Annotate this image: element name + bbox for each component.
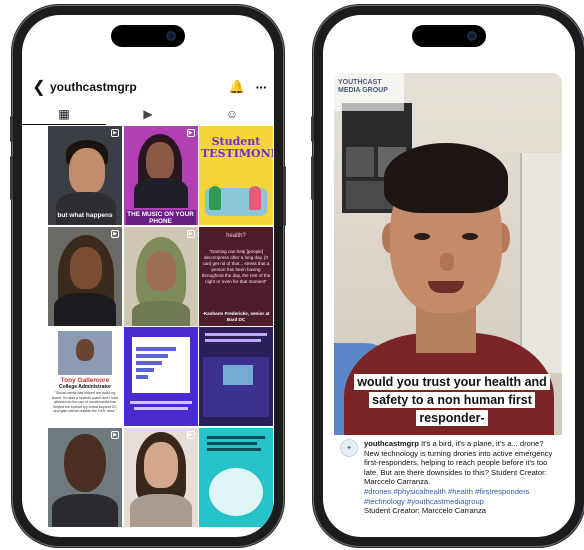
person-shirt bbox=[54, 292, 116, 326]
door bbox=[520, 153, 562, 373]
post-tile[interactable]: THE MUSIC ON YOUR PHONE ▶ bbox=[123, 126, 198, 225]
text-lines bbox=[207, 441, 257, 445]
brand-watermark: YOUTHCAST MEDIA GROUP bbox=[334, 73, 404, 111]
person-face bbox=[69, 148, 105, 194]
illustration bbox=[209, 186, 221, 210]
post-tile[interactable]: ▶ bbox=[48, 427, 122, 527]
person-shirt bbox=[133, 178, 188, 208]
phone-button bbox=[10, 156, 13, 200]
tagged-icon: ☺ bbox=[225, 107, 239, 121]
tile-top-text: health? bbox=[226, 232, 246, 239]
text-lines bbox=[205, 333, 267, 336]
person-hair bbox=[384, 143, 508, 213]
chart-bar bbox=[135, 361, 162, 365]
video-subtitle: would you trust your health and safety t… bbox=[350, 373, 554, 427]
post-tile[interactable]: ▶ bbox=[123, 226, 198, 326]
post-tile[interactable]: ▶ bbox=[48, 226, 122, 326]
caption-text: youthcastmgrp It's a bird, it's a plane,… bbox=[358, 439, 558, 515]
person-face bbox=[143, 441, 178, 488]
illustration bbox=[209, 467, 263, 516]
post-tile[interactable] bbox=[199, 427, 273, 527]
text-lines bbox=[207, 447, 261, 451]
tile-quote: "Gaming can help [people] decompress aft… bbox=[201, 248, 271, 284]
person-eye bbox=[462, 233, 478, 240]
more-icon[interactable]: ··· bbox=[248, 79, 274, 95]
post-tile[interactable]: ▶ bbox=[123, 427, 198, 527]
photo bbox=[58, 331, 112, 375]
phone-button bbox=[311, 156, 314, 200]
tile-quote: "Social media has helped me build my bra… bbox=[51, 391, 119, 414]
tab-reels[interactable]: ▶ bbox=[106, 103, 190, 125]
person-face bbox=[145, 250, 176, 291]
chart-bar bbox=[135, 347, 176, 351]
tile-subcaption: College Administrator bbox=[58, 384, 112, 390]
chevron-left-icon[interactable]: ❮ bbox=[28, 77, 50, 97]
person-face bbox=[64, 433, 106, 492]
reel-badge-icon: ▶ bbox=[186, 430, 195, 439]
post-tile[interactable] bbox=[123, 327, 198, 426]
post-tile[interactable]: but what happens ▶ bbox=[48, 126, 122, 225]
avatar[interactable]: ✦ bbox=[340, 439, 358, 457]
reel-screen: YOUTHCAST MEDIA GROUP would you trust yo… bbox=[323, 15, 575, 537]
reel-badge-icon: ▶ bbox=[186, 229, 195, 238]
chart-bar bbox=[135, 368, 154, 372]
tab-tagged[interactable]: ☺ bbox=[190, 103, 274, 125]
phone-button bbox=[10, 116, 13, 142]
person-shirt bbox=[129, 493, 192, 527]
dynamic-island bbox=[412, 25, 486, 47]
person-shirt bbox=[52, 493, 118, 527]
text-lines bbox=[207, 435, 265, 439]
person-eye bbox=[414, 233, 430, 240]
reel-badge-icon: ▶ bbox=[186, 129, 195, 137]
phone-button bbox=[283, 166, 286, 226]
person-nose bbox=[440, 253, 454, 271]
illustration bbox=[249, 186, 261, 210]
grid-icon: ▦ bbox=[58, 106, 70, 121]
phone-button bbox=[311, 116, 314, 142]
reels-icon: ▶ bbox=[143, 107, 153, 121]
person-shirt bbox=[56, 192, 116, 225]
poster bbox=[346, 147, 374, 177]
caption-username[interactable]: youthcastmgrp bbox=[364, 439, 419, 448]
profile-tabs: ▦ ▶ ☺ bbox=[22, 103, 274, 125]
photo bbox=[203, 357, 269, 417]
post-tile[interactable]: Student TESTIMONIALS bbox=[199, 126, 273, 225]
reel-badge-icon: ▶ bbox=[111, 229, 119, 238]
post-tile[interactable] bbox=[199, 327, 273, 426]
monitor bbox=[223, 365, 253, 385]
right-phone: YOUTHCAST MEDIA GROUP would you trust yo… bbox=[311, 6, 584, 546]
tab-posts[interactable]: ▦ bbox=[22, 103, 106, 125]
person-face bbox=[145, 142, 174, 180]
tile-caption: THE MUSIC ON YOUR PHONE bbox=[125, 210, 196, 225]
post-caption: ✦ youthcastmgrp It's a bird, it's a plan… bbox=[334, 435, 562, 515]
profile-header: ❮ youthcastmgrp 🔔 ··· bbox=[22, 77, 274, 97]
tile-caption: Tony Gallemore bbox=[60, 377, 110, 384]
reel-badge-icon: ▶ bbox=[111, 129, 119, 137]
person-face bbox=[76, 339, 94, 361]
post-grid: but what happens ▶ THE MUSIC ON YOUR PHO… bbox=[48, 126, 273, 527]
left-phone: ❮ youthcastmgrp 🔔 ··· ▦ ▶ ☺ but what hap… bbox=[10, 6, 286, 546]
profile-username: youthcastmgrp bbox=[50, 80, 137, 94]
text-lines bbox=[129, 401, 192, 404]
tile-caption: Student TESTIMONIALS bbox=[201, 135, 273, 160]
text-lines bbox=[205, 339, 261, 342]
dynamic-island bbox=[111, 25, 185, 47]
reel-badge-icon: ▶ bbox=[111, 430, 119, 439]
caption-creator: Student Creator: Marccelo Carranza bbox=[364, 506, 486, 516]
tile-caption: but what happens bbox=[57, 212, 113, 219]
chart-bar bbox=[135, 375, 148, 379]
mini-chart bbox=[131, 337, 190, 393]
caption-hashtags[interactable]: #drones #physicalhealth #health #firstre… bbox=[364, 487, 529, 506]
post-tile[interactable]: health? "Gaming can help [people] decomp… bbox=[199, 226, 273, 326]
text-lines bbox=[133, 407, 188, 410]
chart-bar bbox=[135, 354, 168, 358]
bell-icon[interactable]: 🔔 bbox=[226, 79, 248, 95]
profile-screen: ❮ youthcastmgrp 🔔 ··· ▦ ▶ ☺ but what hap… bbox=[22, 15, 274, 537]
person-shirt bbox=[131, 300, 190, 326]
post-tile[interactable]: Tony Gallemore College Administrator "So… bbox=[48, 327, 122, 426]
reel-video[interactable]: YOUTHCAST MEDIA GROUP would you trust yo… bbox=[334, 73, 562, 465]
subtitle-text: would you trust your health and safety t… bbox=[354, 374, 550, 426]
tile-byline: -Kashann Fredericks, senior at Bard DC bbox=[202, 310, 270, 322]
person-face bbox=[70, 246, 102, 289]
